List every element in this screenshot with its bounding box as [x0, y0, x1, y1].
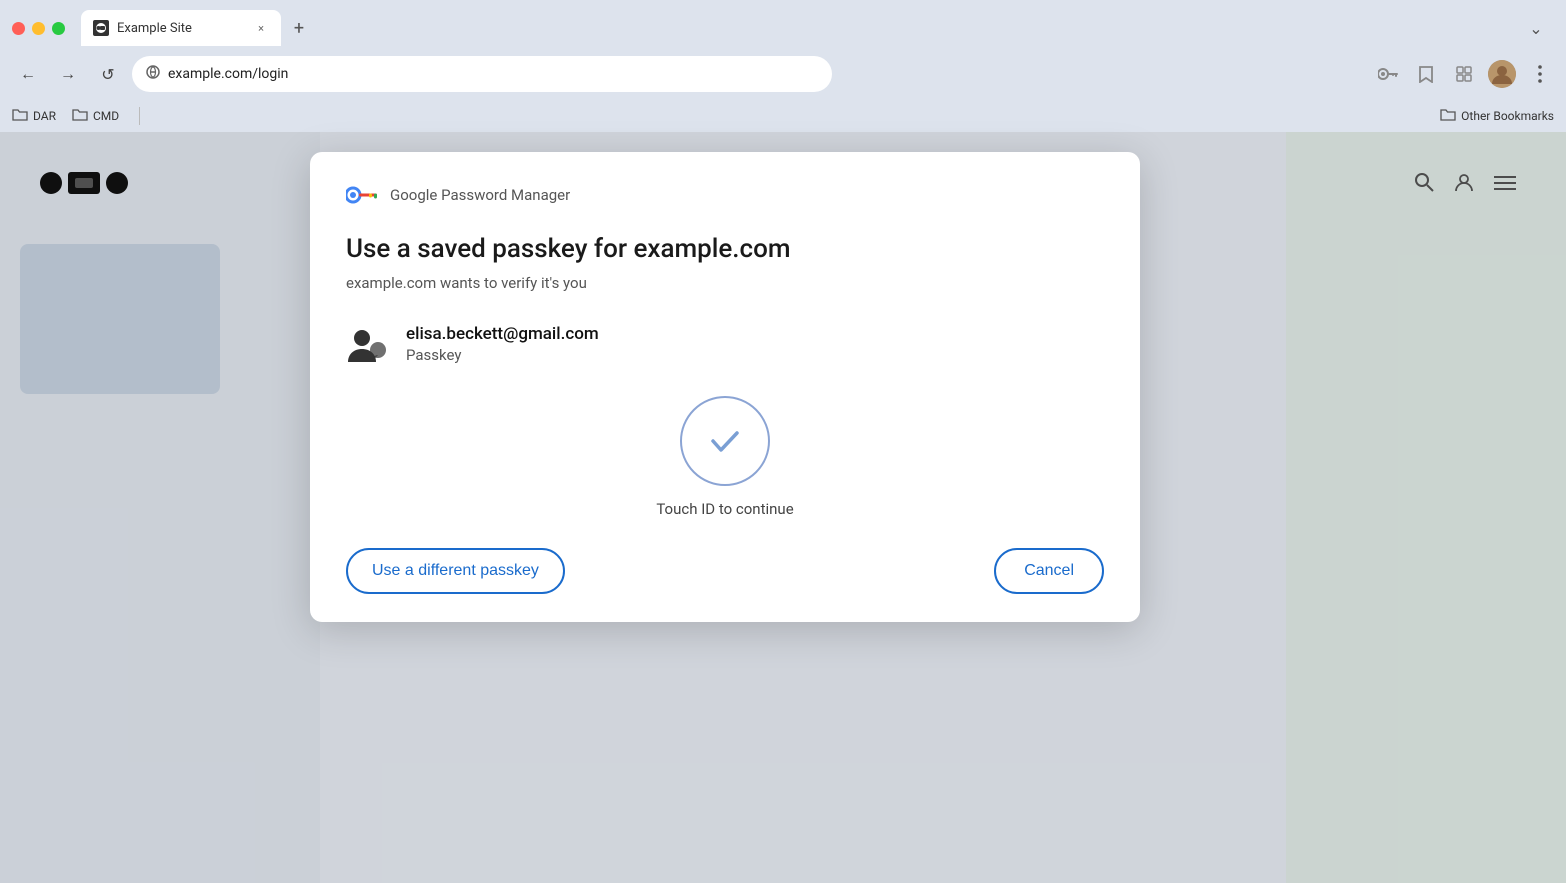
- bookmarks-separator: [139, 107, 140, 125]
- password-manager-icon[interactable]: [1374, 60, 1402, 88]
- bookmark-dar-label: DAR: [33, 109, 56, 123]
- use-different-passkey-button[interactable]: Use a different passkey: [346, 548, 565, 594]
- touch-id-circle[interactable]: [680, 396, 770, 486]
- traffic-lights: [12, 22, 65, 35]
- back-button[interactable]: ←: [12, 58, 44, 90]
- account-row: elisa.beckett@gmail.com Passkey: [346, 322, 1104, 366]
- address-url: example.com/login: [168, 66, 818, 82]
- bookmark-cmd[interactable]: CMD: [72, 108, 119, 125]
- cancel-button[interactable]: Cancel: [994, 548, 1104, 594]
- account-email: elisa.beckett@gmail.com: [406, 324, 599, 344]
- maximize-button[interactable]: [52, 22, 65, 35]
- gpm-key-icon: [346, 184, 382, 206]
- touch-id-label: Touch ID to continue: [656, 500, 793, 518]
- tab-title: Example Site: [117, 21, 245, 36]
- tab-list-button[interactable]: ⌄: [1522, 14, 1550, 42]
- minimize-button[interactable]: [32, 22, 45, 35]
- bookmark-icon[interactable]: [1412, 60, 1440, 88]
- account-type: Passkey: [406, 346, 599, 364]
- passkey-modal: Google Password Manager Use a saved pass…: [310, 152, 1140, 622]
- close-button[interactable]: [12, 22, 25, 35]
- more-menu-button[interactable]: [1526, 60, 1554, 88]
- tab-close-button[interactable]: ×: [253, 20, 269, 36]
- gpm-title: Google Password Manager: [390, 186, 570, 204]
- bookmark-other[interactable]: Other Bookmarks: [1440, 108, 1554, 125]
- toolbar: ← → ↺ example.com/login: [0, 48, 1566, 100]
- extensions-icon[interactable]: [1450, 60, 1478, 88]
- user-avatar[interactable]: [1488, 60, 1516, 88]
- account-info: elisa.beckett@gmail.com Passkey: [406, 324, 599, 364]
- bookmark-cmd-label: CMD: [93, 109, 119, 123]
- address-security-icon: [146, 65, 160, 83]
- bookmark-dar[interactable]: DAR: [12, 108, 56, 125]
- browser-chrome: Example Site × + ⌄ ← → ↺ example.com/log…: [0, 0, 1566, 132]
- bookmarks-bar: DAR CMD Other Bookmarks: [0, 100, 1566, 132]
- account-icon: [346, 322, 390, 366]
- folder-icon-2: [72, 108, 88, 125]
- new-tab-button[interactable]: +: [285, 14, 313, 42]
- toolbar-actions: [1374, 60, 1554, 88]
- modal-header: Google Password Manager: [346, 184, 1104, 206]
- folder-icon-3: [1440, 108, 1456, 125]
- address-bar[interactable]: example.com/login: [132, 56, 832, 92]
- gpm-logo: Google Password Manager: [346, 184, 570, 206]
- page-content: Google Password Manager Use a saved pass…: [0, 132, 1566, 883]
- tab-bar: Example Site × + ⌄: [0, 0, 1566, 48]
- refresh-button[interactable]: ↺: [92, 58, 124, 90]
- touch-id-area[interactable]: Touch ID to continue: [346, 396, 1104, 518]
- tab-favicon: [93, 20, 109, 36]
- forward-button[interactable]: →: [52, 58, 84, 90]
- modal-heading: Use a saved passkey for example.com: [346, 234, 1104, 264]
- active-tab[interactable]: Example Site ×: [81, 10, 281, 46]
- checkmark-icon: [707, 423, 743, 459]
- modal-actions: Use a different passkey Cancel: [346, 548, 1104, 594]
- modal-subtext: example.com wants to verify it's you: [346, 274, 1104, 292]
- bookmark-other-label: Other Bookmarks: [1461, 109, 1554, 123]
- folder-icon: [12, 108, 28, 125]
